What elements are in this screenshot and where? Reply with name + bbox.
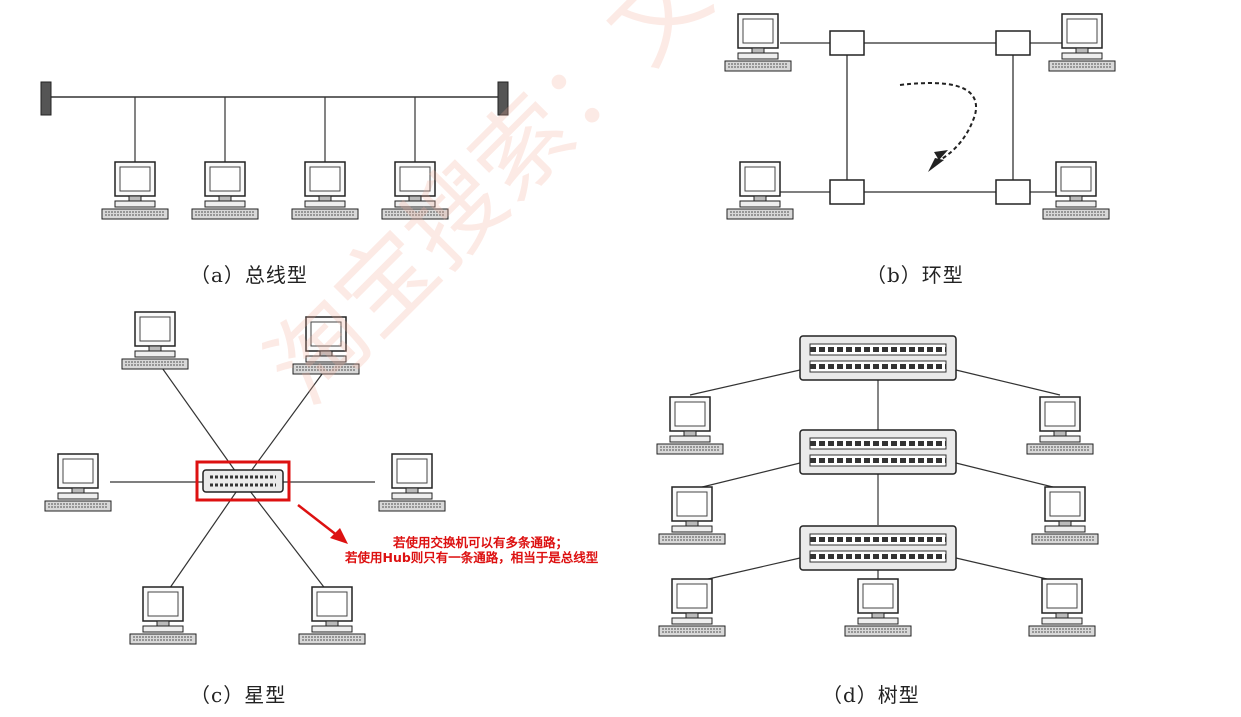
ring-direction-arrow <box>899 82 978 161</box>
caption-ring: （b）环型 <box>866 263 964 287</box>
annotation-line-2: 若使用Hub则只有一条通路，相当于是总线型 <box>345 550 599 565</box>
tree-topology <box>656 336 1099 637</box>
topology-diagram <box>40 13 1116 645</box>
ring-node-3 <box>829 179 865 205</box>
star-pc-bottom-right <box>298 586 366 645</box>
star-topology <box>44 311 446 645</box>
bus-pc-1 <box>101 161 169 220</box>
tree-pc-7 <box>1028 578 1096 637</box>
star-hub <box>202 469 284 493</box>
ring-node-4 <box>995 179 1031 205</box>
tree-switch-root <box>800 336 956 380</box>
caption-tree: （d）树型 <box>822 683 920 707</box>
ring-node-1 <box>829 30 865 56</box>
star-pc-top-left <box>121 311 189 370</box>
tree-pc-3 <box>658 486 726 545</box>
tree-switch-middle <box>800 430 956 474</box>
tree-pc-4 <box>1031 486 1099 545</box>
bus-topology <box>40 81 509 220</box>
tree-pc-1 <box>656 396 724 455</box>
terminator-left <box>40 81 52 116</box>
bus-pc-2 <box>191 161 259 220</box>
annotation-arrow <box>297 504 339 537</box>
caption-bus: （a）总线型 <box>190 263 308 287</box>
ring-pc-4 <box>1042 161 1110 220</box>
tree-pc-6 <box>844 578 912 637</box>
bus-pc-4 <box>381 161 449 220</box>
caption-star: （c）星型 <box>190 683 287 707</box>
star-pc-right <box>378 453 446 512</box>
terminator-right <box>497 81 509 116</box>
annotation-line-1: 若使用交换机可以有多条通路； <box>393 535 569 550</box>
star-pc-top-right <box>292 316 360 375</box>
ring-node-2 <box>995 30 1031 56</box>
tree-pc-5 <box>658 578 726 637</box>
star-pc-bottom-left <box>129 586 197 645</box>
ring-pc-3 <box>726 161 794 220</box>
star-pc-left <box>44 453 112 512</box>
bus-pc-3 <box>291 161 359 220</box>
tree-pc-2 <box>1026 396 1094 455</box>
tree-switch-bottom <box>800 526 956 570</box>
ring-topology <box>724 13 1116 220</box>
